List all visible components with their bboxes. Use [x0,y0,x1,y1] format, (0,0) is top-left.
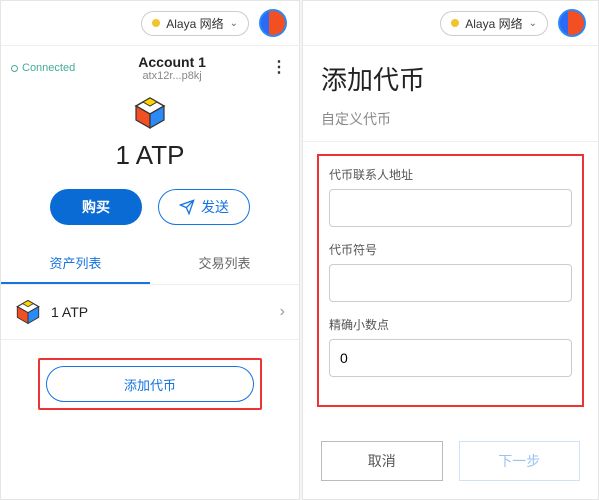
connected-dot-icon [11,65,18,72]
account-avatar[interactable] [259,9,287,37]
account-name: Account 1 [75,54,269,70]
wallet-main-panel: Alaya 网络 ⌄ Connected Account 1 atx12r...… [0,0,300,500]
balance-display: 1 ATP [1,140,299,171]
cube-icon [133,96,167,130]
account-menu-button[interactable]: ⋮ [269,60,289,76]
network-label: Alaya 网络 [465,15,522,32]
connection-status[interactable]: Connected [11,62,75,74]
account-selector[interactable]: Account 1 atx12r...p8kj [75,54,269,82]
add-token-button[interactable]: 添加代币 [46,366,254,402]
send-label: 发送 [201,197,229,217]
network-selector[interactable]: Alaya 网络 ⌄ [440,11,548,36]
chevron-down-icon: ⌄ [529,18,537,29]
topbar: Alaya 网络 ⌄ [1,1,299,46]
field-contract: 代币联系人地址 [329,166,572,227]
symbol-input[interactable] [329,264,572,302]
tab-transactions[interactable]: 交易列表 [150,243,299,284]
account-avatar[interactable] [558,9,586,37]
network-status-dot-icon [152,19,160,27]
field-symbol: 代币符号 [329,241,572,302]
contract-label: 代币联系人地址 [329,166,572,183]
decimals-label: 精确小数点 [329,316,572,333]
account-row: Connected Account 1 atx12r...p8kj ⋮ [1,46,299,90]
tabs: 资产列表 交易列表 [1,243,299,285]
chevron-right-icon: › [280,303,285,321]
asset-row[interactable]: 1 ATP › [1,285,299,340]
cube-icon [15,299,41,325]
network-status-dot-icon [451,19,459,27]
network-selector[interactable]: Alaya 网络 ⌄ [141,11,249,36]
symbol-label: 代币符号 [329,241,572,258]
decimals-input[interactable] [329,339,572,377]
network-label: Alaya 网络 [166,15,223,32]
buy-label: 购买 [82,197,110,217]
page-title: 添加代币 [303,46,598,103]
next-button[interactable]: 下一步 [459,441,581,481]
cancel-button[interactable]: 取消 [321,441,443,481]
add-token-panel: Alaya 网络 ⌄ 添加代币 自定义代币 代币联系人地址 代币符号 精确小数点… [302,0,599,500]
field-decimals: 精确小数点 [329,316,572,377]
send-icon [179,199,195,215]
add-token-highlight: 添加代币 [38,358,262,410]
tab-assets[interactable]: 资产列表 [1,243,150,284]
token-form-highlight: 代币联系人地址 代币符号 精确小数点 [317,154,584,407]
chevron-down-icon: ⌄ [230,18,238,29]
send-button[interactable]: 发送 [158,189,250,225]
topbar: Alaya 网络 ⌄ [303,1,598,46]
form-footer: 取消 下一步 [303,441,598,499]
buy-button[interactable]: 购买 [50,189,142,225]
token-logo [1,96,299,130]
contract-input[interactable] [329,189,572,227]
action-buttons: 购买 发送 [1,189,299,225]
asset-name: 1 ATP [51,304,270,320]
account-address: atx12r...p8kj [75,70,269,82]
tab-custom-token[interactable]: 自定义代币 [303,103,598,142]
connected-label: Connected [22,62,75,74]
